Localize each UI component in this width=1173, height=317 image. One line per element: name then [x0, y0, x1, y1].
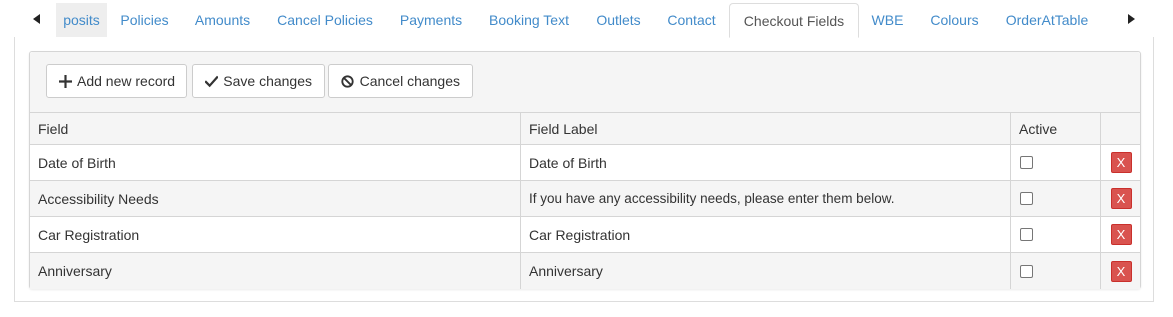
caret-right-icon — [1128, 14, 1135, 24]
column-header-delete — [1101, 113, 1140, 144]
delete-row-button[interactable]: X — [1110, 152, 1132, 173]
fields-table: Field Field Label Active Date of Birth D… — [30, 113, 1140, 289]
delete-row-button[interactable]: X — [1110, 224, 1132, 245]
column-header-active[interactable]: Active — [1011, 113, 1101, 144]
tab-contact[interactable]: Contact — [654, 3, 729, 37]
tab-wbe[interactable]: WBE — [859, 3, 916, 37]
tab-label: Amounts — [194, 12, 251, 28]
scroll-left-button[interactable] — [22, 2, 52, 36]
active-cell — [1011, 181, 1101, 216]
table-row: Date of Birth Date of Birth X — [30, 145, 1140, 181]
add-new-record-button[interactable]: Add new record — [46, 64, 187, 98]
delete-row-button[interactable]: X — [1110, 260, 1132, 282]
tab-checkout-fields[interactable]: Checkout Fields — [729, 3, 859, 38]
cancel-changes-label: Cancel changes — [359, 73, 460, 89]
column-header-field[interactable]: Field — [30, 113, 521, 144]
field-label-cell[interactable]: Car Registration — [521, 217, 1011, 252]
delete-cell: X — [1101, 253, 1140, 289]
tab-booking-text[interactable]: Booking Text — [475, 3, 583, 37]
tab-label: Booking Text — [489, 12, 569, 28]
field-cell[interactable]: Car Registration — [30, 217, 521, 252]
save-changes-label: Save changes — [223, 73, 312, 89]
active-checkbox[interactable] — [1020, 156, 1033, 169]
checkout-fields-grid: Add new record Save changes Cancel chang… — [29, 51, 1141, 289]
delete-cell: X — [1101, 181, 1140, 216]
tab-strip: posits Policies Amounts Cancel Policies … — [0, 0, 1173, 38]
tab-label: Payments — [399, 12, 463, 28]
column-header-field-label[interactable]: Field Label — [521, 113, 1011, 144]
add-new-record-label: Add new record — [77, 73, 176, 89]
active-checkbox[interactable] — [1020, 228, 1033, 241]
tab-label: posits — [63, 12, 100, 28]
cancel-changes-button[interactable]: Cancel changes — [328, 64, 473, 98]
tab-payments[interactable]: Payments — [387, 3, 475, 37]
delete-cell: X — [1101, 145, 1140, 180]
field-label-cell[interactable]: Anniversary — [521, 253, 1011, 289]
table-header-row: Field Field Label Active — [30, 113, 1140, 145]
tab-order-at-table[interactable]: OrderAtTable — [993, 3, 1101, 37]
delete-row-button[interactable]: X — [1110, 188, 1132, 209]
tab-outlets[interactable]: Outlets — [583, 3, 654, 37]
tab-colours[interactable]: Colours — [916, 3, 993, 37]
active-cell — [1011, 145, 1101, 180]
tab-amounts[interactable]: Amounts — [182, 3, 263, 37]
plus-icon — [59, 74, 72, 88]
active-checkbox[interactable] — [1020, 264, 1033, 278]
field-cell[interactable]: Accessibility Needs — [30, 181, 521, 216]
active-checkbox[interactable] — [1020, 192, 1033, 205]
scroll-right-button[interactable] — [1116, 2, 1146, 36]
tab-cancel-policies[interactable]: Cancel Policies — [263, 3, 387, 37]
tab-content-panel: Add new record Save changes Cancel chang… — [14, 37, 1154, 302]
tab-label: OrderAtTable — [1005, 12, 1089, 28]
save-changes-button[interactable]: Save changes — [192, 64, 325, 98]
delete-cell: X — [1101, 217, 1140, 252]
tab-deposits[interactable]: posits — [56, 3, 107, 37]
tab-label: Checkout Fields — [743, 12, 845, 29]
tab-label: Colours — [930, 12, 979, 28]
table-row: Car Registration Car Registration X — [30, 217, 1140, 253]
active-cell — [1011, 217, 1101, 252]
tab-label: Outlets — [596, 12, 641, 28]
tab-policies[interactable]: Policies — [107, 3, 182, 37]
caret-left-icon — [33, 14, 40, 24]
tab-label: Contact — [667, 12, 716, 28]
tab-label: WBE — [871, 12, 904, 28]
table-row: Anniversary Anniversary X — [30, 253, 1140, 289]
field-label-cell[interactable]: If you have any accessibility needs, ple… — [521, 181, 1011, 216]
tab-label: Cancel Policies — [277, 12, 373, 28]
check-icon — [205, 74, 219, 88]
tab-label: Policies — [120, 12, 169, 28]
active-cell — [1011, 253, 1101, 289]
field-cell[interactable]: Anniversary — [30, 253, 521, 289]
cancel-circle-icon — [341, 74, 355, 88]
grid-toolbar: Add new record Save changes Cancel chang… — [30, 52, 1140, 113]
table-row: Accessibility Needs If you have any acce… — [30, 181, 1140, 217]
field-label-cell[interactable]: Date of Birth — [521, 145, 1011, 180]
field-cell[interactable]: Date of Birth — [30, 145, 521, 180]
